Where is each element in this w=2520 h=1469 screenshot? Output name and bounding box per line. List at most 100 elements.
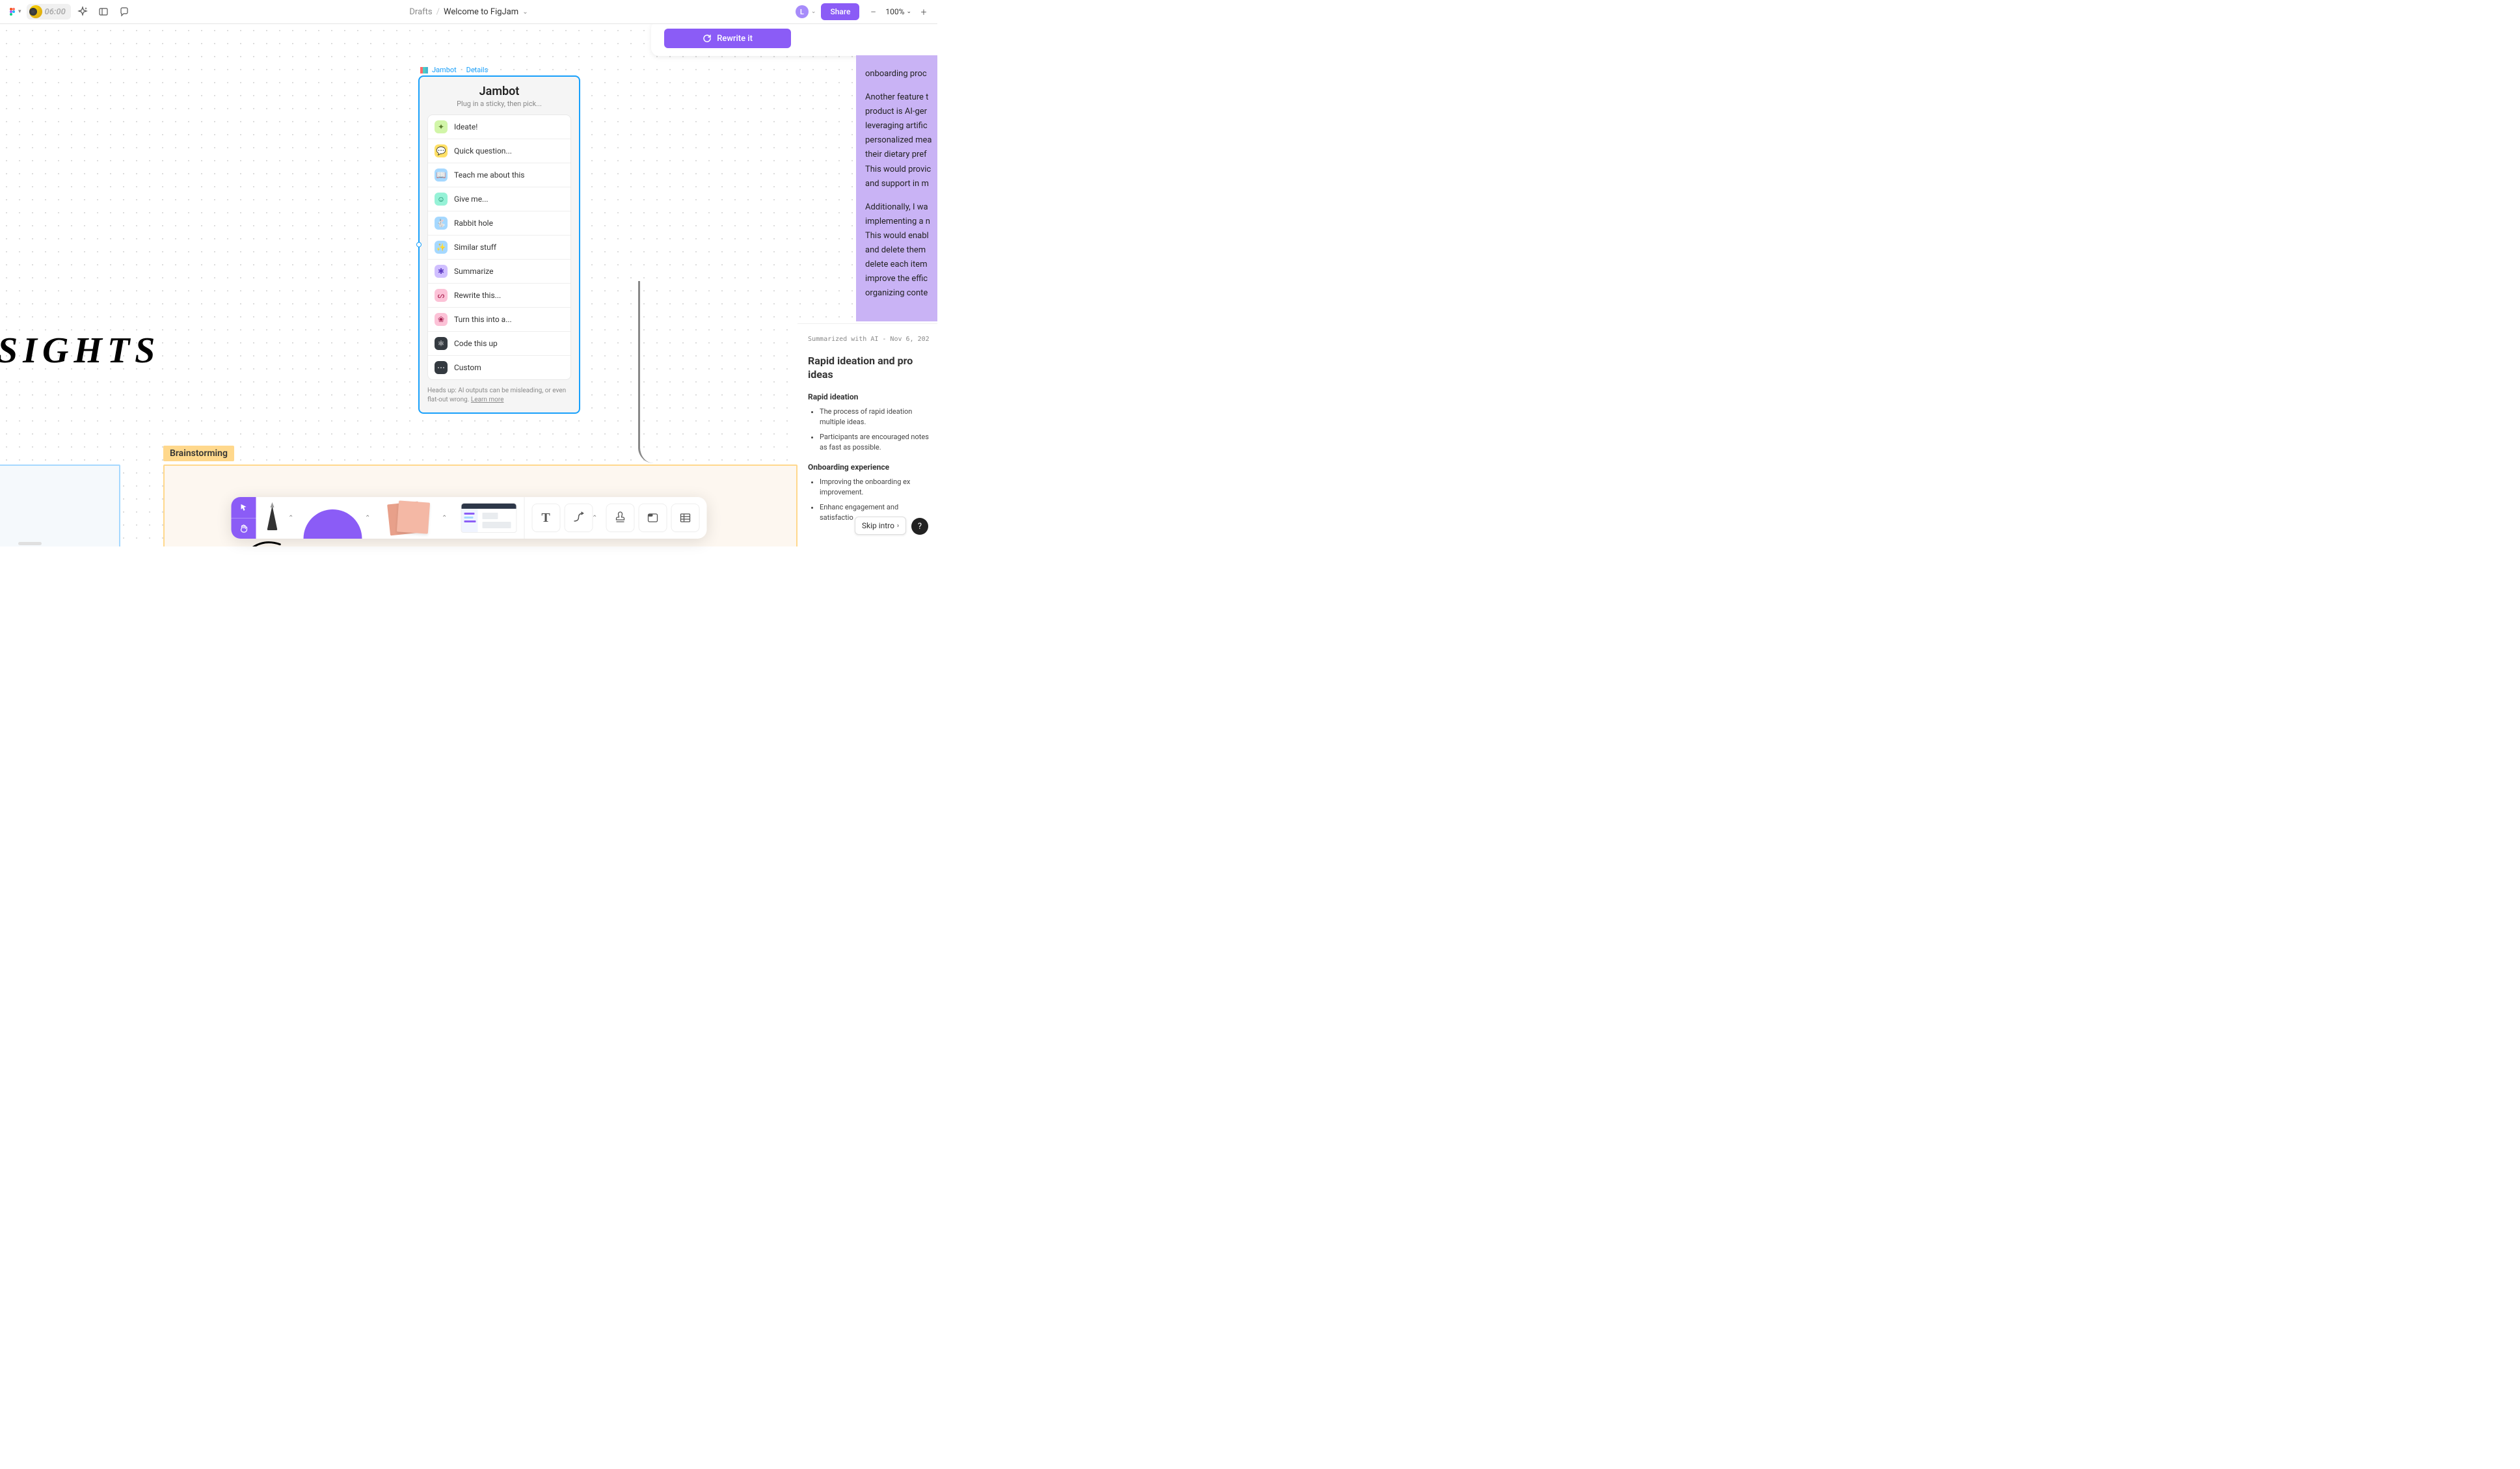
rewrite-card: Rewrite it — [651, 24, 937, 56]
breadcrumb-separator: / — [436, 7, 440, 17]
zoom-controls: − 100%⌄ + — [865, 3, 932, 20]
rewrite-it-button[interactable]: Rewrite it — [664, 29, 791, 48]
section-tool[interactable] — [638, 504, 667, 532]
text-icon: T — [541, 511, 550, 526]
sticky-options-chevron[interactable]: ⌃ — [442, 515, 453, 522]
pages-handle[interactable] — [18, 542, 42, 545]
stamp-tool[interactable] — [606, 504, 634, 532]
jambot-flag-icon — [420, 67, 428, 74]
share-button[interactable]: Share — [821, 3, 859, 20]
jambot-widget[interactable]: Jambot Plug in a sticky, then pick... ✦I… — [418, 75, 580, 414]
summary-heading-2: Onboarding experience — [808, 463, 933, 472]
timer-pill[interactable]: 06:00 — [27, 4, 71, 20]
asterisk-icon: ✱ — [435, 265, 448, 278]
sparkle-icon: ✦ — [435, 120, 448, 133]
learn-more-link[interactable]: Learn more — [471, 396, 504, 403]
jambot-details-link[interactable]: Details — [466, 66, 489, 74]
selection-handle[interactable] — [416, 242, 422, 247]
summary-meta: Summarized with AI - Nov 6, 202 — [808, 336, 933, 343]
panel-icon — [98, 7, 109, 17]
brainstorming-tag[interactable]: Brainstorming — [163, 446, 234, 461]
jambot-subtitle: Plug in a sticky, then pick... — [427, 100, 571, 108]
pen-tip-icon — [270, 502, 274, 507]
shape-options-chevron[interactable]: ⌃ — [365, 515, 377, 522]
summary-panel[interactable]: Summarized with AI - Nov 6, 202 Rapid id… — [798, 323, 937, 539]
pen-body-icon — [267, 505, 277, 530]
section-icon — [646, 511, 659, 524]
jambot-action-teach[interactable]: 📖Teach me about this — [428, 163, 570, 187]
table-icon — [678, 511, 691, 524]
left-section-frame[interactable] — [0, 465, 120, 546]
jambot-action-similar[interactable]: ✨Similar stuff — [428, 236, 570, 260]
zoom-level[interactable]: 100%⌄ — [881, 7, 915, 16]
avatar[interactable]: L — [796, 5, 809, 18]
chevron-right-icon: › — [897, 522, 899, 530]
chevron-down-icon[interactable]: ⌄ — [811, 8, 816, 15]
hand-tool[interactable] — [231, 519, 256, 539]
pen-options-chevron[interactable]: ⌃ — [288, 515, 300, 522]
breadcrumb-current[interactable]: Welcome to FigJam — [444, 7, 518, 17]
jambot-action-give-me[interactable]: ☺Give me... — [428, 187, 570, 211]
timer-icon — [29, 5, 42, 18]
breadcrumb-drafts[interactable]: Drafts — [409, 7, 432, 17]
shape-tool-section: ⌃ — [300, 497, 377, 539]
summary-list-1: The process of rapid ideation multiple i… — [808, 407, 933, 453]
book-icon: 📖 — [435, 168, 448, 182]
timer-value: 06:00 — [45, 7, 66, 17]
template-tool-section — [453, 497, 524, 539]
sparkle-icon — [77, 6, 88, 18]
templates-tool[interactable] — [456, 500, 521, 536]
select-tool[interactable] — [231, 497, 256, 519]
refresh-icon — [703, 34, 712, 43]
rabbit-icon: 🐇 — [435, 217, 448, 230]
brain-icon: ☺ — [435, 193, 448, 206]
atom-icon: ⚛ — [435, 337, 448, 350]
connector-icon — [571, 511, 585, 525]
chevron-down-icon: ▾ — [18, 8, 21, 15]
cursor-icon — [239, 503, 248, 512]
jambot-title: Jambot — [427, 85, 571, 98]
summary-title: Rapid ideation and pro ideas — [808, 355, 933, 382]
dots-icon: ⋯ — [435, 361, 448, 374]
main-menu[interactable]: ▾ — [5, 5, 24, 19]
flower-icon: ❀ — [435, 313, 448, 326]
jambot-action-quick-question[interactable]: 💬Quick question... — [428, 139, 570, 163]
text-tool[interactable]: T — [531, 504, 560, 532]
shape-tool[interactable] — [300, 497, 365, 539]
stamp-icon — [613, 511, 626, 524]
canvas[interactable]: SIGHTS Jambot · Details Jambot Plug in a… — [0, 24, 937, 546]
jambot-action-list: ✦Ideate! 💬Quick question... 📖Teach me ab… — [427, 115, 571, 380]
sights-text: SIGHTS — [0, 330, 160, 371]
comment-button[interactable] — [115, 3, 133, 21]
jambot-action-rabbit-hole[interactable]: 🐇Rabbit hole — [428, 211, 570, 236]
panel-toggle-button[interactable] — [94, 3, 113, 21]
sparkles-icon: ✨ — [435, 241, 448, 254]
chevron-down-icon[interactable]: ⌄ — [522, 8, 528, 16]
help-button[interactable]: ? — [911, 518, 928, 535]
jambot-action-turn-into[interactable]: ❀Turn this into a... — [428, 308, 570, 332]
marker-tool[interactable] — [256, 497, 288, 539]
pen-tool-section: ⌃ — [256, 497, 300, 539]
hand-icon — [239, 524, 248, 533]
cursor-tools — [231, 497, 256, 539]
sticky-note-tool[interactable] — [377, 497, 442, 539]
connector-tool[interactable] — [564, 504, 593, 532]
summary-heading-1: Rapid ideation — [808, 392, 933, 401]
ai-sparkle-button[interactable] — [74, 3, 92, 21]
zoom-in-button[interactable]: + — [915, 3, 932, 20]
template-preview-icon — [461, 503, 516, 533]
jambot-action-custom[interactable]: ⋯Custom — [428, 356, 570, 379]
bottom-toolbar: ⌃ ⌃ ⌃ T ⌃ — [231, 497, 706, 539]
skip-intro-button[interactable]: Skip intro › — [855, 517, 906, 535]
jambot-name-link[interactable]: Jambot — [432, 66, 457, 74]
jambot-action-code[interactable]: ⚛Code this up — [428, 332, 570, 356]
zoom-out-button[interactable]: − — [865, 3, 881, 20]
table-tool[interactable] — [671, 504, 699, 532]
jambot-action-ideate[interactable]: ✦Ideate! — [428, 115, 570, 139]
comment-icon — [119, 7, 129, 17]
sticky-tool-section: ⌃ — [377, 497, 453, 539]
jambot-action-summarize[interactable]: ✱Summarize — [428, 260, 570, 284]
topbar-right: L ⌄ Share − 100%⌄ + — [796, 3, 932, 20]
connector-options-chevron[interactable]: ⌃ — [592, 515, 604, 522]
jambot-action-rewrite[interactable]: ᔕRewrite this... — [428, 284, 570, 308]
